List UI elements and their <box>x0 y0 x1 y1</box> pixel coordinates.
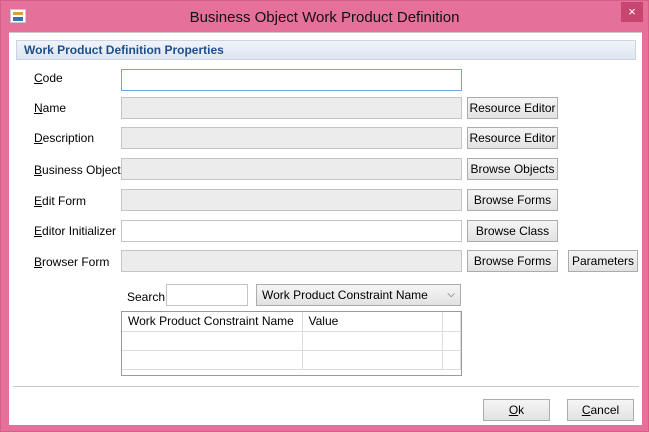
column-header-filler <box>442 312 461 332</box>
business-object-label: Business Object <box>34 163 121 177</box>
table-cell <box>442 331 461 351</box>
search-input[interactable] <box>166 284 248 306</box>
window-title: Business Object Work Product Definition <box>189 9 460 26</box>
table-cell[interactable] <box>122 350 303 370</box>
constraints-table[interactable]: Work Product Constraint Name Value <box>121 311 462 376</box>
table-row[interactable] <box>122 350 461 370</box>
cancel-button[interactable]: Cancel <box>567 399 634 421</box>
browse-objects-button[interactable]: Browse Objects <box>467 158 558 180</box>
table-cell[interactable] <box>122 331 303 351</box>
dialog-window: Business Object Work Product Definition … <box>0 0 649 432</box>
column-header-constraint-name[interactable]: Work Product Constraint Name <box>122 312 303 332</box>
title-bar[interactable]: Business Object Work Product Definition … <box>1 1 648 32</box>
editor-initializer-label: Editor Initializer <box>34 224 117 238</box>
name-label: Name <box>34 101 67 115</box>
description-field[interactable] <box>121 127 462 149</box>
browse-forms-button-2[interactable]: Browse Forms <box>467 250 558 272</box>
table-header-row: Work Product Constraint Name Value <box>122 312 461 332</box>
browse-class-button[interactable]: Browse Class <box>467 220 558 242</box>
table-cell[interactable] <box>302 350 443 370</box>
table-cell <box>442 350 461 370</box>
browse-forms-button[interactable]: Browse Forms <box>467 189 558 211</box>
table-row[interactable] <box>122 331 461 351</box>
search-field-select-value: Work Product Constraint Name <box>262 288 428 302</box>
column-header-value[interactable]: Value <box>302 312 443 332</box>
code-label: Code <box>34 71 63 85</box>
browser-form-field[interactable] <box>121 250 462 272</box>
section-header: Work Product Definition Properties <box>16 40 636 60</box>
name-field[interactable] <box>121 97 462 119</box>
business-object-field[interactable] <box>121 158 462 180</box>
dialog-body: Work Product Definition Properties Code … <box>9 32 642 425</box>
chevron-down-icon: ⌵ <box>447 289 455 300</box>
code-input[interactable] <box>121 69 462 91</box>
search-label: Search <box>127 290 166 304</box>
ok-button[interactable]: Ok <box>483 399 550 421</box>
parameters-button[interactable]: Parameters <box>568 250 638 272</box>
name-resource-editor-button[interactable]: Resource Editor <box>467 97 558 119</box>
description-label: Description <box>34 131 95 145</box>
editor-initializer-input[interactable] <box>121 220 462 242</box>
edit-form-field[interactable] <box>121 189 462 211</box>
close-button[interactable]: × <box>621 2 643 22</box>
footer-divider <box>13 386 639 387</box>
edit-form-label: Edit Form <box>34 194 87 208</box>
browser-form-label: Browser Form <box>34 255 110 269</box>
table-cell[interactable] <box>302 331 443 351</box>
description-resource-editor-button[interactable]: Resource Editor <box>467 127 558 149</box>
search-field-select[interactable]: Work Product Constraint Name ⌵ <box>256 284 461 306</box>
